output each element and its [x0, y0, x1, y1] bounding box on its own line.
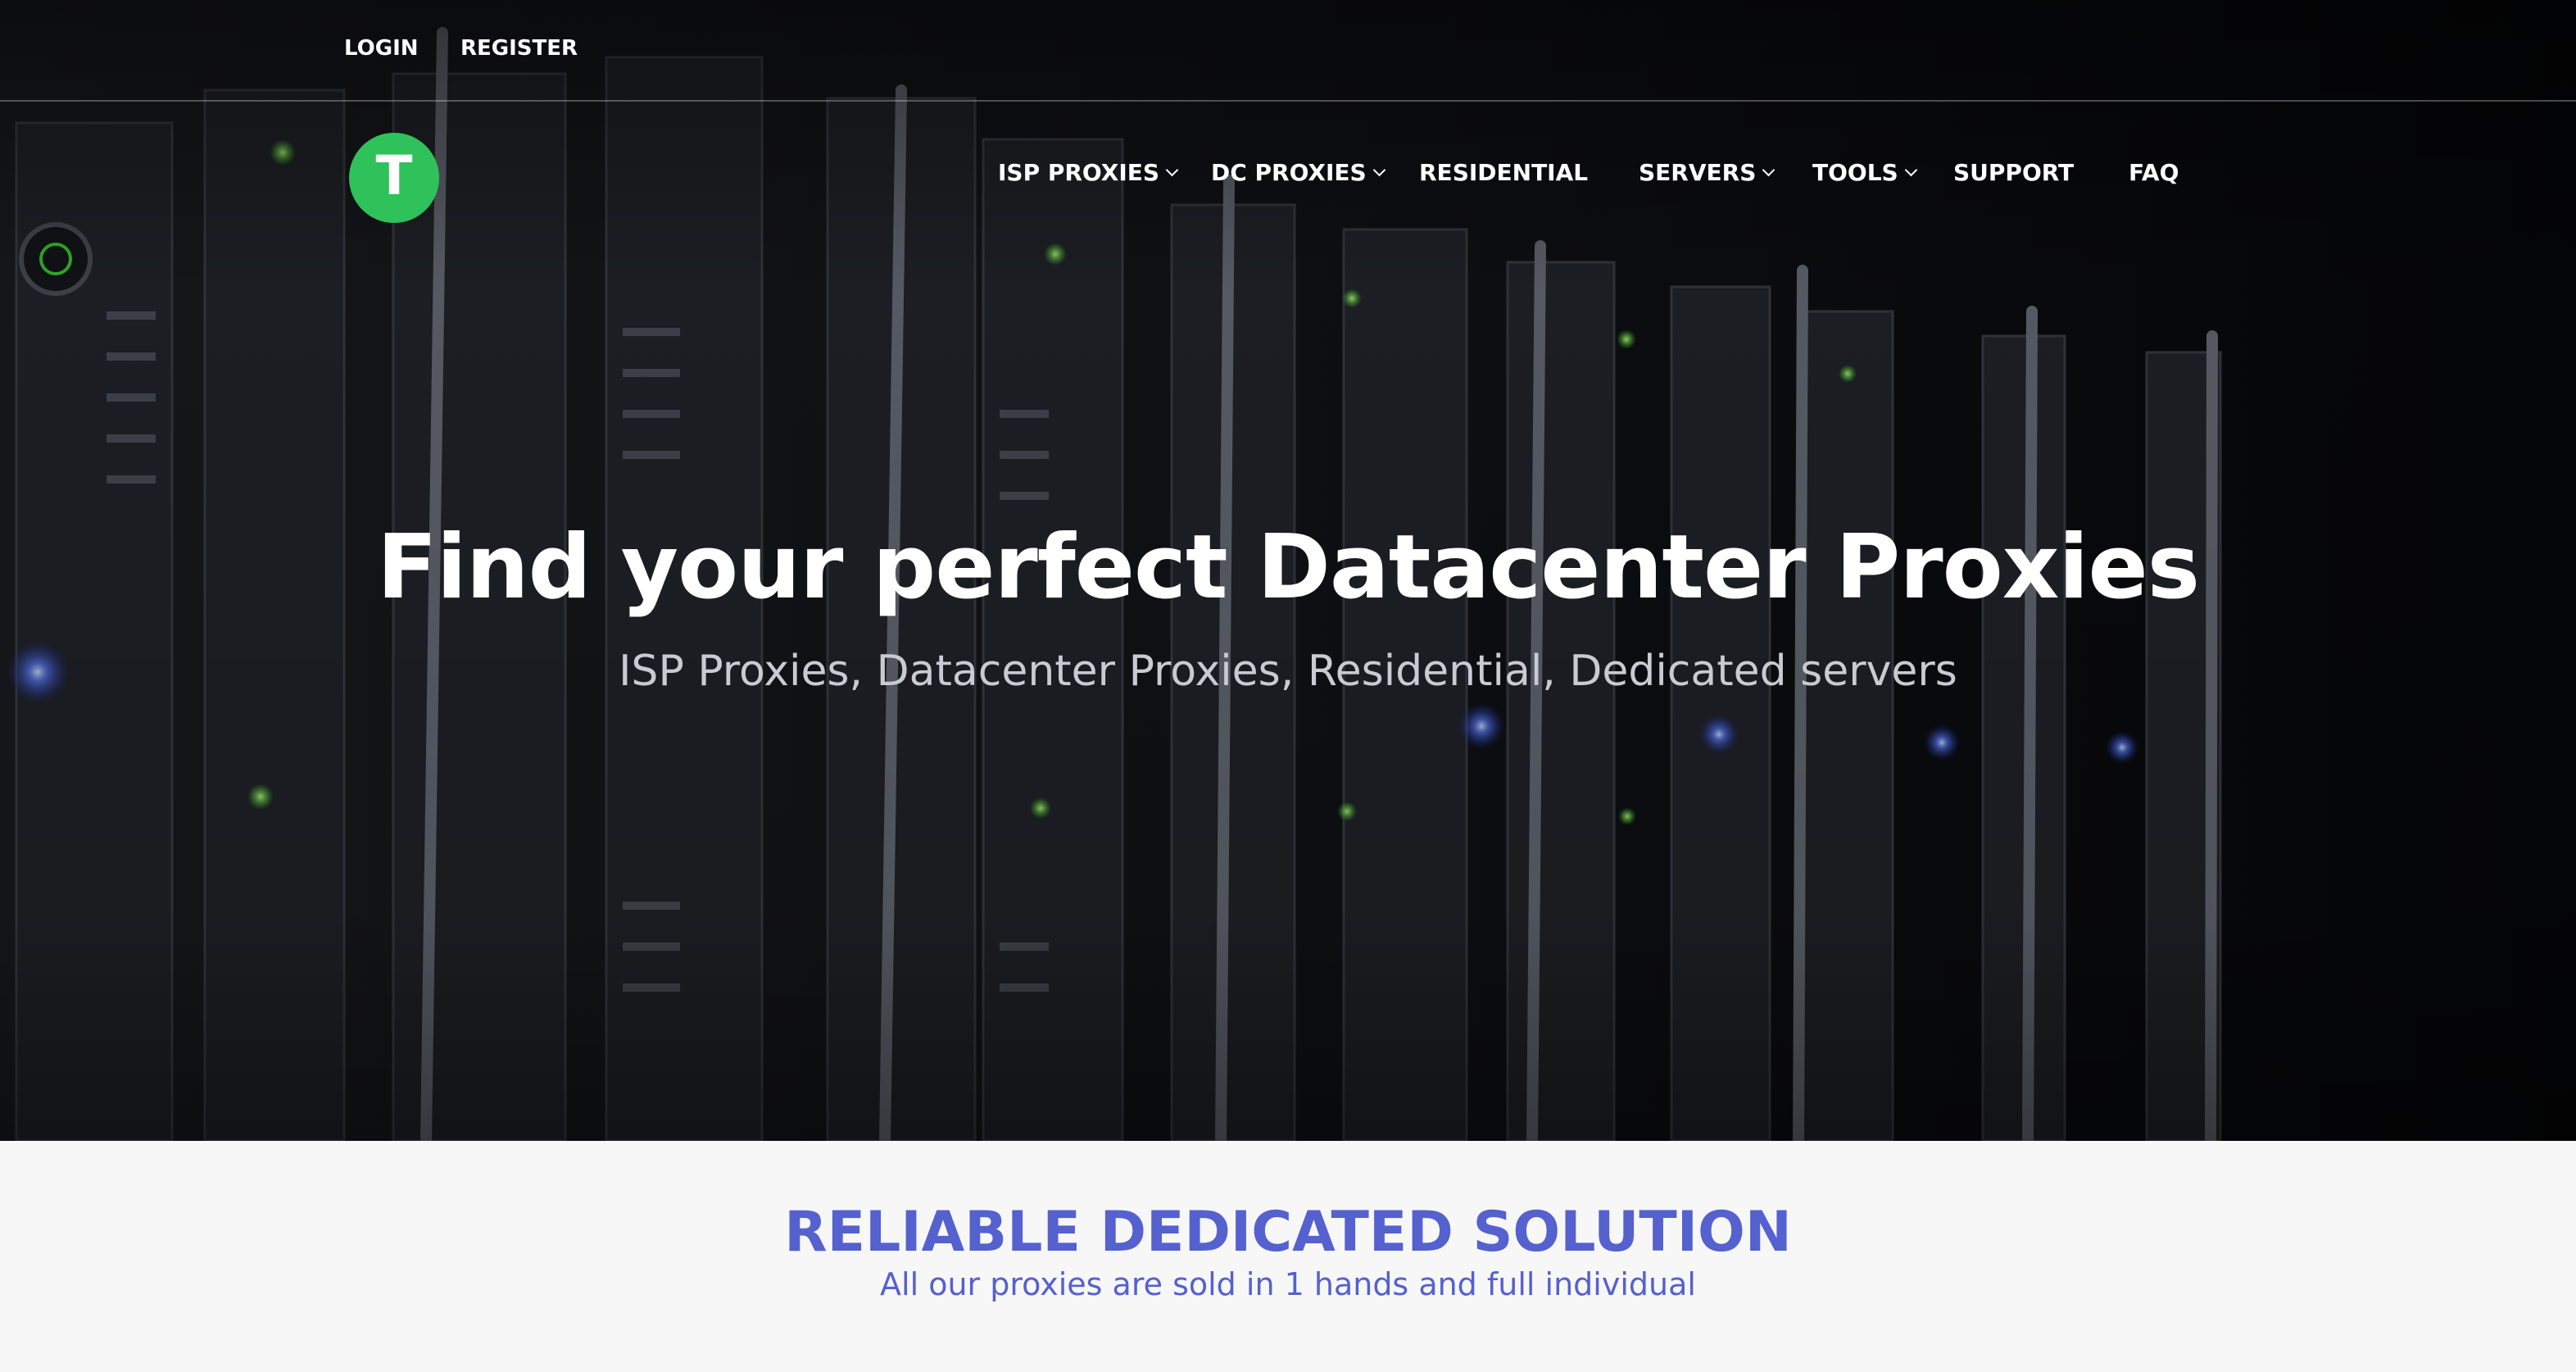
nav-item-label: SERVERS [1639, 159, 1757, 186]
nav-item-dc-proxies[interactable]: DC PROXIES [1211, 159, 1386, 186]
register-link[interactable]: REGISTER [460, 36, 578, 61]
nav-item-tools[interactable]: TOOLS [1812, 159, 1917, 186]
nav-item-label: SUPPORT [1953, 159, 2075, 186]
main-navigation: ISP PROXIES DC PROXIES RESIDENTIAL SERVE… [0, 159, 2576, 192]
chevron-down-icon [1904, 163, 1917, 177]
chevron-down-icon [1762, 163, 1776, 177]
nav-item-servers[interactable]: SERVERS [1639, 159, 1776, 186]
hero-title: Find your perfect Datacenter Proxies [377, 516, 2200, 619]
nav-item-residential[interactable]: RESIDENTIAL [1419, 159, 1588, 186]
hero-section: LOGIN REGISTER T ISP PROXIES DC PROXIES … [0, 0, 2576, 1141]
nav-item-label: ISP PROXIES [998, 159, 1160, 186]
hero-subtitle: ISP Proxies, Datacenter Proxies, Residen… [619, 647, 1957, 696]
section-title: RELIABLE DEDICATED SOLUTION [784, 1200, 1792, 1265]
nav-item-label: TOOLS [1812, 159, 1898, 186]
chevron-down-icon [1165, 163, 1179, 177]
nav-item-label: FAQ [2129, 159, 2179, 186]
nav-item-faq[interactable]: FAQ [2129, 159, 2179, 186]
features-intro-section: RELIABLE DEDICATED SOLUTION All our prox… [0, 1141, 2576, 1372]
nav-item-label: DC PROXIES [1211, 159, 1367, 186]
top-utility-bar: LOGIN REGISTER [0, 0, 2576, 102]
section-subtitle: All our proxies are sold in 1 hands and … [880, 1266, 1696, 1302]
nav-item-support[interactable]: SUPPORT [1953, 159, 2074, 186]
nav-item-label: RESIDENTIAL [1419, 159, 1589, 186]
chevron-down-icon [1372, 163, 1386, 177]
login-link[interactable]: LOGIN [344, 36, 419, 61]
nav-item-isp-proxies[interactable]: ISP PROXIES [998, 159, 1179, 186]
